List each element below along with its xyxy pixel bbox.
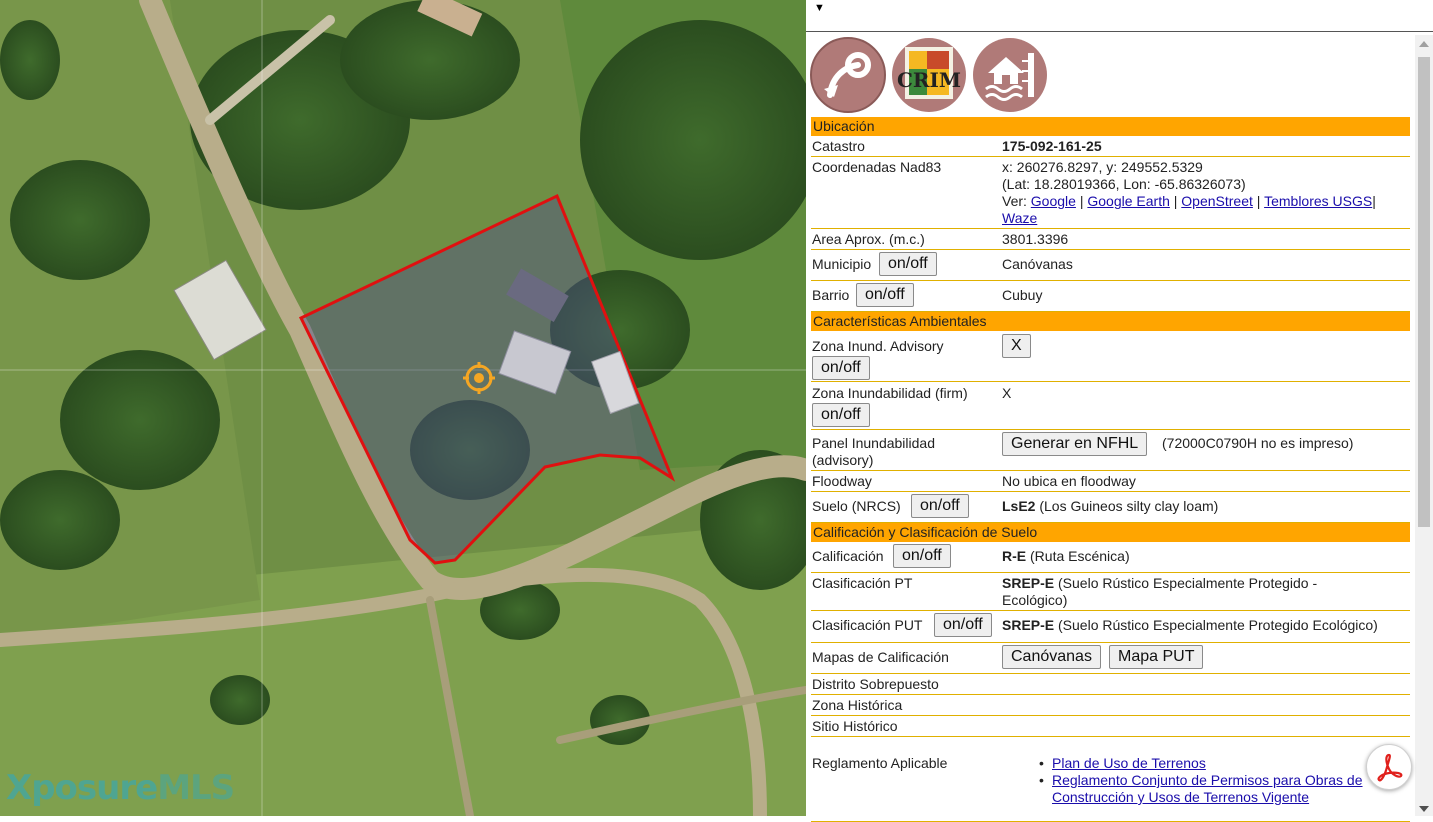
panel-note: (72000C0790H no es impreso) bbox=[1162, 435, 1354, 451]
crim-logo[interactable]: CRIM bbox=[891, 37, 967, 113]
area-label: Area Aprox. (m.c.) bbox=[812, 231, 925, 247]
area-value: 3801.3396 bbox=[1002, 231, 1069, 247]
mapas-label: Mapas de Calificación bbox=[812, 649, 949, 665]
row-clasificacion-pt: Clasificación PT SREP-E (Suelo Rústico E… bbox=[811, 573, 1410, 611]
mapa-put-button[interactable]: Mapa PUT bbox=[1109, 645, 1204, 669]
link-waze[interactable]: Waze bbox=[1002, 210, 1037, 226]
calificacion-code: R-E bbox=[1002, 548, 1027, 564]
link-google-earth[interactable]: Google Earth bbox=[1087, 193, 1170, 209]
row-suelo: Suelo (NRCS) on/off LsE2 (Los Guineos si… bbox=[811, 492, 1410, 523]
barrio-label: Barrio bbox=[812, 287, 850, 303]
reglamento-list: Plan de Uso de Terrenos Reglamento Conju… bbox=[1039, 755, 1392, 806]
scrollbar-thumb[interactable] bbox=[1418, 57, 1430, 527]
panel-scrollbar[interactable] bbox=[1415, 35, 1433, 816]
clas-put-code: SREP-E bbox=[1002, 617, 1055, 633]
clas-pt-desc2: Ecológico) bbox=[1002, 592, 1068, 608]
clas-pt-label: Clasificación PT bbox=[812, 575, 913, 591]
zona-firm-value: X bbox=[1002, 385, 1012, 401]
coords-label: Coordenadas Nad83 bbox=[812, 159, 942, 175]
row-zona-historica: Zona Histórica bbox=[811, 695, 1410, 716]
calificacion-desc: (Ruta Escénica) bbox=[1030, 548, 1130, 564]
row-floodway: Floodway No ubica en floodway bbox=[811, 471, 1410, 492]
calificacion-label: Calificación bbox=[812, 548, 884, 564]
municipio-label: Municipio bbox=[812, 256, 872, 272]
scroll-down-arrow-icon[interactable] bbox=[1419, 806, 1429, 812]
panel-header: ▼ bbox=[806, 0, 1433, 32]
pdf-icon[interactable] bbox=[1366, 744, 1412, 790]
floodway-label: Floodway bbox=[812, 473, 872, 489]
suelo-label: Suelo (NRCS) bbox=[812, 498, 901, 514]
panel-inund-label-2: (advisory) bbox=[812, 452, 874, 468]
canovanas-map-button[interactable]: Canóvanas bbox=[1002, 645, 1101, 669]
link-plan-uso-terrenos[interactable]: Plan de Uso de Terrenos bbox=[1052, 755, 1206, 771]
row-reglamento: Reglamento Aplicable Plan de Uso de Terr… bbox=[811, 737, 1410, 822]
row-zona-advisory: Zona Inund. Advisory on/off X bbox=[811, 331, 1410, 382]
link-openstreet[interactable]: OpenStreet bbox=[1181, 193, 1253, 209]
link-reglamento-conjunto[interactable]: Reglamento Conjunto de Permisos para Obr… bbox=[1052, 772, 1363, 805]
xposure-mls-watermark: XposureMLS bbox=[6, 768, 235, 808]
zona-advisory-onoff-button[interactable]: on/off bbox=[812, 356, 870, 380]
separator: | bbox=[1256, 193, 1261, 209]
clas-put-label: Clasificación PUT bbox=[812, 617, 923, 633]
link-google[interactable]: Google bbox=[1031, 193, 1076, 209]
clas-put-onoff-button[interactable]: on/off bbox=[934, 613, 992, 637]
catastro-value: 175-092-161-25 bbox=[1002, 138, 1102, 154]
clas-put-desc: (Suelo Rústico Especialmente Protegido E… bbox=[1058, 617, 1378, 633]
zona-firm-onoff-button[interactable]: on/off bbox=[812, 403, 870, 427]
property-info-table: Ubicación Catastro 175-092-161-25 Coorde… bbox=[811, 117, 1410, 822]
separator: | bbox=[1173, 193, 1178, 209]
row-zona-firm: Zona Inundabilidad (firm) on/off X bbox=[811, 382, 1410, 430]
row-coordenadas: Coordenadas Nad83 x: 260276.8297, y: 249… bbox=[811, 157, 1410, 229]
reglamento-label: Reglamento Aplicable bbox=[812, 755, 948, 771]
suelo-onoff-button[interactable]: on/off bbox=[911, 494, 969, 518]
row-catastro: Catastro 175-092-161-25 bbox=[811, 136, 1410, 157]
satellite-map[interactable]: XposureMLS bbox=[0, 0, 806, 816]
suelo-desc: (Los Guineos silty clay loam) bbox=[1039, 498, 1219, 514]
coords-xy: x: 260276.8297, y: 249552.5329 bbox=[1002, 159, 1203, 175]
row-barrio: Barrio on/off Cubuy bbox=[811, 281, 1410, 312]
catastro-label: Catastro bbox=[812, 138, 865, 154]
section-ubicacion: Ubicación bbox=[811, 117, 1410, 136]
row-mapas-calificacion: Mapas de Calificación Canóvanas Mapa PUT bbox=[811, 643, 1410, 674]
link-temblores-usgs[interactable]: Temblores USGS bbox=[1264, 193, 1372, 209]
caret-down-icon[interactable]: ▼ bbox=[814, 2, 825, 14]
municipio-onoff-button[interactable]: on/off bbox=[879, 252, 937, 276]
zona-firm-label: Zona Inundabilidad (firm) bbox=[812, 385, 968, 401]
barrio-value: Cubuy bbox=[1002, 287, 1043, 303]
barrio-onoff-button[interactable]: on/off bbox=[856, 283, 914, 307]
municipio-value: Canóvanas bbox=[1002, 256, 1073, 272]
calificacion-onoff-button[interactable]: on/off bbox=[893, 544, 951, 568]
map-imagery[interactable] bbox=[0, 0, 806, 816]
ver-label: Ver: bbox=[1002, 193, 1027, 209]
row-area: Area Aprox. (m.c.) 3801.3396 bbox=[811, 229, 1410, 250]
sitio-historico-label: Sitio Histórico bbox=[812, 718, 898, 734]
generar-nfhl-button[interactable]: Generar en NFHL bbox=[1002, 432, 1148, 456]
row-distrito: Distrito Sobrepuesto bbox=[811, 674, 1410, 695]
flood-house-logo[interactable] bbox=[972, 37, 1048, 113]
section-ambientales: Características Ambientales bbox=[811, 312, 1410, 331]
section-calificacion: Calificación y Clasificación de Suelo bbox=[811, 523, 1410, 542]
share-arrow-logo[interactable] bbox=[810, 37, 886, 113]
row-panel-inundabilidad: Panel Inundabilidad (advisory) Generar e… bbox=[811, 430, 1410, 471]
zona-advisory-label: Zona Inund. Advisory bbox=[812, 338, 944, 354]
svg-text:CRIM: CRIM bbox=[897, 68, 961, 92]
floodway-value: No ubica en floodway bbox=[1002, 473, 1136, 489]
zona-historica-label: Zona Histórica bbox=[812, 697, 903, 713]
distrito-label: Distrito Sobrepuesto bbox=[812, 676, 939, 692]
row-sitio-historico: Sitio Histórico bbox=[811, 716, 1410, 737]
row-calificacion: Calificación on/off R-E (Ruta Escénica) bbox=[811, 542, 1410, 573]
coords-latlon: (Lat: 18.28019366, Lon: -65.86326073) bbox=[1002, 176, 1246, 192]
suelo-code: LsE2 bbox=[1002, 498, 1036, 514]
clas-pt-code: SREP-E bbox=[1002, 575, 1055, 591]
scroll-up-arrow-icon[interactable] bbox=[1419, 41, 1429, 47]
clas-pt-desc: (Suelo Rústico Especialmente Protegido - bbox=[1058, 575, 1318, 591]
separator: | bbox=[1079, 193, 1084, 209]
row-municipio: Municipio on/off Canóvanas bbox=[811, 250, 1410, 281]
zona-advisory-x-button[interactable]: X bbox=[1002, 334, 1031, 358]
row-clasificacion-put: Clasificación PUT on/off SREP-E (Suelo R… bbox=[811, 611, 1410, 643]
panel-inund-label: Panel Inundabilidad bbox=[812, 435, 935, 451]
separator: | bbox=[1372, 193, 1376, 209]
info-panel: ▼ CRIM Ubicación Catastro 175-092-161-25… bbox=[806, 0, 1433, 822]
